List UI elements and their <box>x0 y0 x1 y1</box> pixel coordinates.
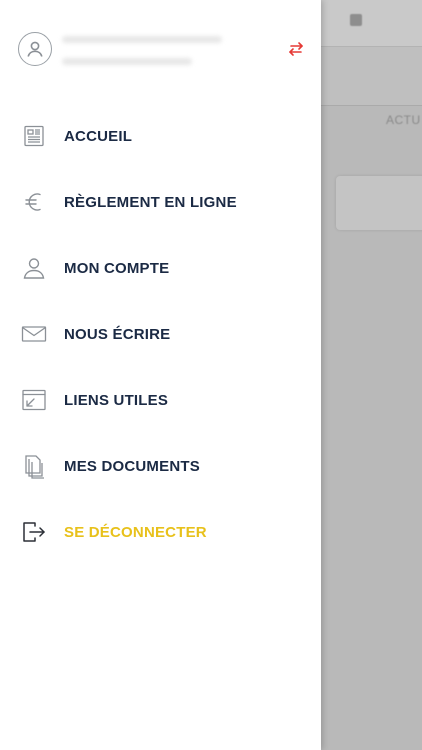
menu-item-liens-utiles[interactable]: LIENS UTILES <box>0 367 321 433</box>
blurred-user-subtitle <box>62 58 192 65</box>
menu-label-mon-compte: MON COMPTE <box>64 259 170 277</box>
background-topbar <box>320 0 422 46</box>
menu-item-mon-compte[interactable]: MON COMPTE <box>0 235 321 301</box>
background-app-overlay[interactable]: ACTU <box>320 0 422 750</box>
logout-icon <box>20 518 48 546</box>
euro-icon <box>20 188 48 216</box>
user-icon <box>20 254 48 282</box>
menu-label-se-deconnecter: SE DÉCONNECTER <box>64 523 207 541</box>
background-tab-label: ACTU <box>386 113 421 127</box>
menu-item-mes-documents[interactable]: MES DOCUMENTS <box>0 433 321 499</box>
envelope-icon <box>20 320 48 348</box>
blurred-user-name <box>62 36 222 43</box>
navigation-drawer: ACCUEIL RÈGLEMENT EN LIGNE MON COMPTE NO… <box>0 0 321 750</box>
menu-label-nous-ecrire: NOUS ÉCRIRE <box>64 325 171 343</box>
background-tabbar: ACTU <box>320 46 422 127</box>
menu-item-accueil[interactable]: ACCUEIL <box>0 103 321 169</box>
menu-label-mes-documents: MES DOCUMENTS <box>64 457 200 475</box>
menu-item-reglement-en-ligne[interactable]: RÈGLEMENT EN LIGNE <box>0 169 321 235</box>
background-card <box>336 176 422 230</box>
documents-icon <box>20 452 48 480</box>
menu-label-reglement-en-ligne: RÈGLEMENT EN LIGNE <box>64 193 237 211</box>
drawer-header <box>0 0 321 100</box>
newspaper-icon <box>20 122 48 150</box>
menu-item-se-deconnecter[interactable]: SE DÉCONNECTER <box>0 499 321 565</box>
user-circle-icon[interactable] <box>18 32 52 66</box>
menu-item-nous-ecrire[interactable]: NOUS ÉCRIRE <box>0 301 321 367</box>
drawer-menu: ACCUEIL RÈGLEMENT EN LIGNE MON COMPTE NO… <box>0 103 321 565</box>
external-link-icon <box>20 386 48 414</box>
menu-label-accueil: ACCUEIL <box>64 127 133 145</box>
swap-arrows-icon[interactable] <box>286 40 306 58</box>
background-menu-icon <box>350 14 362 26</box>
menu-label-liens-utiles: LIENS UTILES <box>64 391 169 409</box>
